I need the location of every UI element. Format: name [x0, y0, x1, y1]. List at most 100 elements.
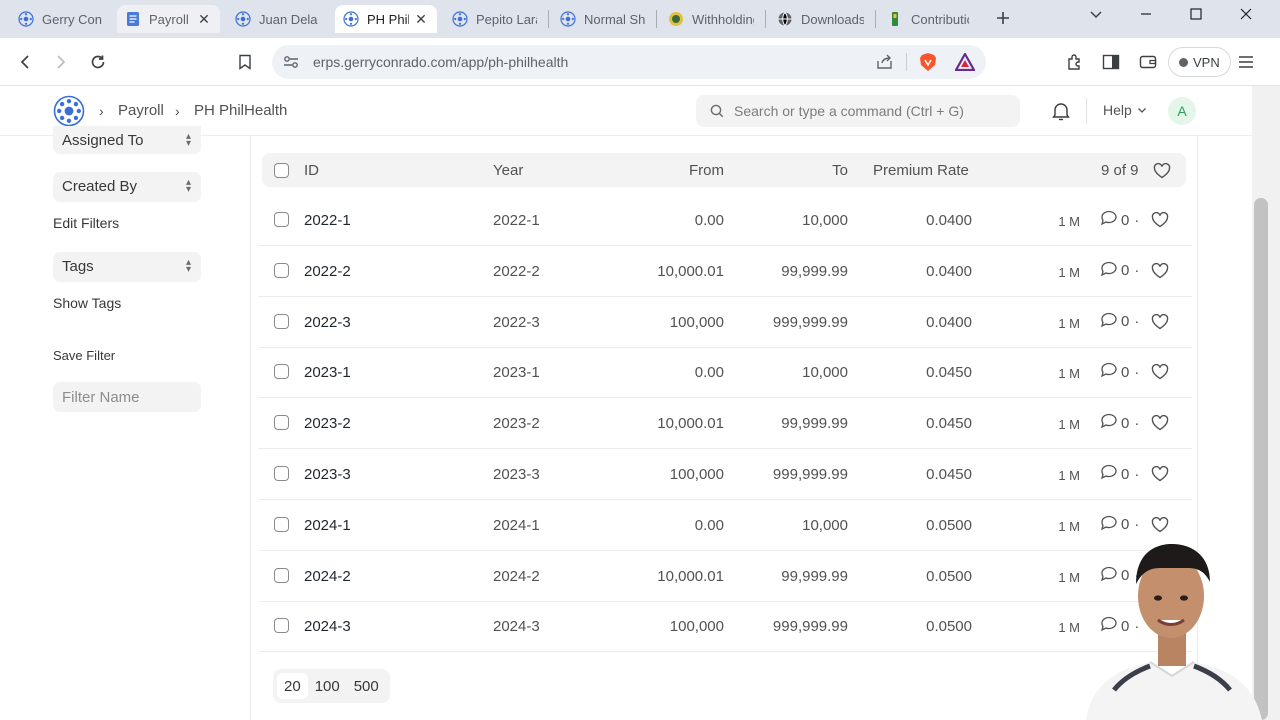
close-window-button[interactable] [1222, 0, 1270, 28]
row-comment-count[interactable]: 0· [1100, 464, 1139, 484]
frappe-logo-icon[interactable] [53, 95, 85, 127]
close-tab-icon[interactable]: ✕ [413, 11, 429, 27]
row-id[interactable]: 2023-2 [304, 415, 351, 432]
breadcrumb-ph-philhealth[interactable]: PH PhilHealth [194, 102, 287, 119]
row-checkbox[interactable] [274, 212, 289, 227]
notifications-bell-icon[interactable] [1050, 100, 1072, 122]
row-id[interactable]: 2024-1 [304, 517, 351, 534]
browser-menu-icon[interactable] [1232, 48, 1260, 76]
browser-tab[interactable]: PH PhilHealth✕ [335, 5, 437, 33]
row-id[interactable]: 2023-1 [304, 364, 351, 381]
heart-icon[interactable] [1151, 516, 1169, 538]
separator-dot: · [1134, 313, 1140, 331]
extensions-icon[interactable] [1061, 48, 1089, 76]
heart-icon[interactable] [1151, 262, 1169, 284]
header-to[interactable]: To [832, 162, 848, 179]
list-row[interactable]: 2024-1 2024-1 0.00 10,000 0.0500 1 M 0 · [258, 500, 1192, 551]
row-id[interactable]: 2022-2 [304, 263, 351, 280]
row-id[interactable]: 2023-3 [304, 466, 351, 483]
assigned-to-filter[interactable]: Assigned To ▴ ▾ [53, 126, 201, 154]
created-by-filter[interactable]: Created By ▴ ▾ [53, 172, 201, 202]
new-tab-button[interactable] [989, 4, 1017, 32]
header-premium-rate[interactable]: Premium Rate [873, 162, 969, 179]
header-from[interactable]: From [689, 162, 724, 179]
breadcrumb-payroll[interactable]: Payroll [118, 102, 164, 119]
list-row[interactable]: 2024-3 2024-3 100,000 999,999.99 0.0500 1 M 0 · [258, 601, 1192, 653]
row-to: 10,000 [802, 364, 848, 382]
search-input[interactable] [734, 95, 1014, 127]
vpn-button[interactable]: VPN [1168, 47, 1231, 77]
filter-name-input[interactable] [53, 382, 201, 412]
row-id[interactable]: 2022-1 [304, 212, 351, 229]
wallet-icon[interactable] [1134, 48, 1162, 76]
list-row[interactable]: 2024-2 2024-2 10,000.01 99,999.99 0.0500 1 M0… [258, 551, 1192, 602]
brave-shields-icon[interactable] [918, 52, 938, 72]
brave-rewards-icon[interactable] [955, 53, 975, 71]
show-tags-link[interactable]: Show Tags [53, 295, 121, 311]
page-size-100-button[interactable]: 100 [308, 673, 347, 699]
browser-tab[interactable]: Gerry Conrado [10, 5, 110, 33]
page-size-500-button[interactable]: 500 [347, 673, 386, 699]
browser-tab[interactable]: Juan Dela Cruz [227, 5, 328, 33]
row-comment-count[interactable]: 0· [1100, 312, 1139, 332]
frappe-icon [343, 11, 359, 27]
row-comment-count[interactable]: 0· [1100, 413, 1139, 433]
heart-icon[interactable] [1151, 211, 1169, 233]
row-checkbox[interactable] [274, 466, 289, 481]
heart-icon[interactable] [1153, 163, 1171, 179]
row-checkbox[interactable] [274, 618, 289, 634]
help-dropdown[interactable]: Help [1103, 102, 1147, 118]
tags-filter[interactable]: Tags ▴ ▾ [53, 252, 201, 282]
user-avatar[interactable]: A [1168, 97, 1196, 125]
row-checkbox[interactable] [274, 313, 289, 329]
list-row[interactable]: 2023-3 2023-3 100,000 999,999.99 0.0450 1 M 0 · [258, 449, 1192, 500]
edit-filters-link[interactable]: Edit Filters [53, 215, 119, 231]
row-checkbox[interactable] [274, 262, 289, 278]
heart-icon[interactable] [1151, 364, 1169, 385]
list-row[interactable]: 2022-2 2022-2 10,000.01 99,999.99 0.0400 1 M 0… [258, 246, 1192, 297]
row-checkbox[interactable] [274, 364, 289, 380]
row-checkbox[interactable] [274, 567, 289, 583]
header-id[interactable]: ID [304, 162, 319, 179]
row-comment-count[interactable]: 0· [1100, 515, 1139, 535]
select-all-checkbox[interactable] [274, 163, 289, 178]
browser-tab[interactable]: Contributions [879, 5, 977, 33]
share-icon[interactable] [876, 54, 894, 70]
sidebar-toggle-icon[interactable] [1097, 48, 1125, 76]
list-row[interactable]: 2022-3 2022-3 100,000 999,999.99 0.0400 1 M 0 · [258, 297, 1192, 348]
browser-tab[interactable]: Payroll ✕ [117, 5, 220, 33]
header-year[interactable]: Year [493, 162, 523, 179]
row-checkbox[interactable] [274, 516, 289, 532]
row-checkbox[interactable] [274, 415, 289, 431]
row-to: 99,999.99 [781, 415, 848, 433]
reload-button[interactable] [84, 48, 112, 76]
row-comment-count[interactable]: 0· [1100, 210, 1139, 230]
heart-icon[interactable] [1151, 313, 1169, 335]
list-row[interactable]: 2023-1 2023-1 0.00 10,000 0.0450 1 M 0 · [258, 347, 1192, 399]
address-bar[interactable]: erps.gerryconrado.com/app/ph-philhealth [272, 45, 986, 79]
row-id[interactable]: 2024-2 [304, 568, 351, 585]
row-from: 100,000 [669, 466, 724, 483]
close-tab-icon[interactable]: ✕ [196, 11, 212, 27]
heart-icon[interactable] [1151, 415, 1169, 436]
list-row[interactable]: 2023-2 2023-2 10,000.01 99,999.99 0.0450 1 M 0… [258, 398, 1192, 450]
page-size-20-button[interactable]: 20 [277, 673, 308, 699]
maximize-button[interactable] [1172, 0, 1220, 28]
forward-button[interactable] [47, 48, 75, 76]
page-length-selector: 20 100 500 [273, 669, 390, 703]
row-id[interactable]: 2022-3 [304, 314, 351, 331]
list-row[interactable]: 2022-1 2022-1 0.00 10,000 0.0400 1 M 0 · [258, 195, 1192, 246]
row-comment-count[interactable]: 0· [1100, 362, 1139, 382]
row-comment-count[interactable]: 0· [1100, 261, 1139, 281]
row-id[interactable]: 2024-3 [304, 618, 351, 635]
bookmark-icon[interactable] [231, 48, 259, 76]
browser-tab[interactable]: Downloads [769, 5, 872, 33]
browser-tab[interactable]: Withholding Tax [660, 5, 762, 33]
back-button[interactable] [11, 48, 39, 76]
tab-search-button[interactable] [1072, 0, 1120, 28]
site-settings-icon[interactable] [283, 55, 299, 69]
browser-tab[interactable]: Pepito Laranjo [444, 5, 545, 33]
minimize-button[interactable] [1122, 0, 1170, 28]
browser-tab[interactable]: Normal Shift [552, 5, 653, 33]
heart-icon[interactable] [1151, 465, 1169, 487]
